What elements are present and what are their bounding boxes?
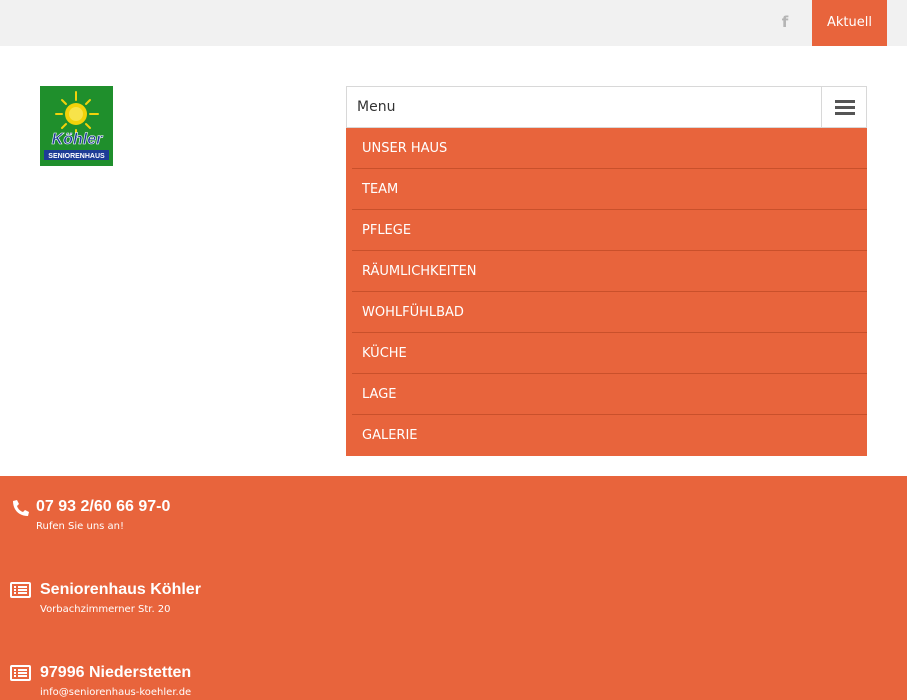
top-bar: f Aktuell: [0, 0, 907, 46]
menu-bar[interactable]: Menu: [346, 86, 867, 128]
city-postcode: 97996 Niederstetten: [40, 664, 192, 681]
logo-brand: Köhler: [52, 131, 103, 148]
facebook-icon[interactable]: f: [778, 12, 792, 32]
aktuell-button[interactable]: Aktuell: [812, 0, 887, 46]
menu-label: Menu: [357, 99, 396, 115]
list-icon: [10, 665, 31, 681]
email-link[interactable]: info@seniorenhaus-koehler.de: [40, 687, 191, 698]
company-name: Seniorenhaus Köhler: [40, 581, 201, 598]
nav-item-pflege[interactable]: PFLEGE: [352, 210, 867, 251]
phone-icon: [13, 500, 29, 516]
street-address: Vorbachzimmerner Str. 20: [40, 604, 171, 615]
list-icon: [10, 582, 31, 598]
logo-tagline: SENIORENHAUS: [48, 153, 105, 160]
logo[interactable]: Köhler SENIORENHAUS: [40, 86, 113, 166]
phone-number[interactable]: 07 93 2/60 66 97-0: [36, 498, 170, 516]
nav-item-galerie[interactable]: GALERIE: [352, 415, 867, 456]
nav-menu: UNSER HAUS TEAM PFLEGE RÄUMLICHKEITEN WO…: [346, 128, 867, 456]
nav-item-wohlfuehlbad[interactable]: WOHLFÜHLBAD: [352, 292, 867, 333]
nav-item-raeumlichkeiten[interactable]: RÄUMLICHKEITEN: [352, 251, 867, 292]
hamburger-icon[interactable]: [821, 86, 867, 128]
nav-item-unser-haus[interactable]: UNSER HAUS: [352, 128, 867, 169]
nav-item-lage[interactable]: LAGE: [352, 374, 867, 415]
footer-contact: 07 93 2/60 66 97-0 Rufen Sie uns an! Sen…: [0, 476, 907, 700]
phone-subtitle: Rufen Sie uns an!: [36, 521, 125, 532]
nav-item-team[interactable]: TEAM: [352, 169, 867, 210]
nav-item-kueche[interactable]: KÜCHE: [352, 333, 867, 374]
